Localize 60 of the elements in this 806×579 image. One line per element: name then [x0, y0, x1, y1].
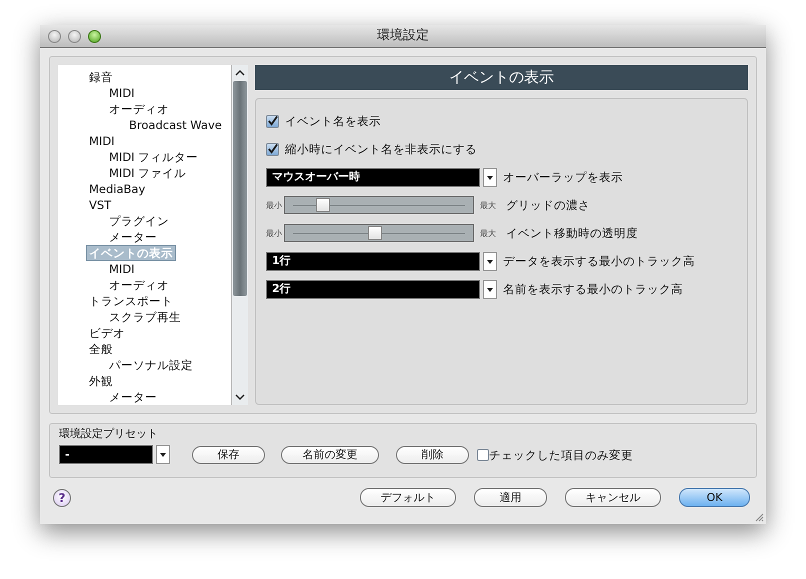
tree-item[interactable]: VST — [86, 197, 114, 213]
preset-dropdown[interactable]: - — [59, 445, 153, 464]
checkbox[interactable] — [266, 114, 279, 128]
tree-item[interactable]: メーター — [106, 389, 160, 405]
setting-label: データを表示する最小のトラック高 — [503, 254, 695, 268]
tree-item[interactable]: MIDI フィルター — [106, 149, 202, 165]
window-title: 環境設定 — [376, 28, 430, 44]
tree-item[interactable]: オーディオ — [106, 101, 172, 117]
checkbox[interactable] — [477, 448, 489, 460]
tree-item[interactable]: 外観 — [86, 373, 116, 389]
tree-item[interactable]: ビデオ — [86, 325, 128, 341]
tree-item[interactable]: オーディオ — [106, 277, 172, 293]
dropdown-field[interactable]: マウスオーバー時 — [266, 168, 480, 186]
checkbox-label: 縮小時にイベント名を非表示にする — [285, 142, 477, 156]
tree-item[interactable]: MIDI — [86, 133, 118, 149]
minimize-button[interactable] — [68, 30, 81, 42]
slider-thumb[interactable] — [316, 198, 330, 212]
setting-label: 名前を表示する最小のトラック高 — [503, 282, 683, 296]
min-label: 最小 — [266, 200, 282, 210]
page-header: イベントの表示 — [255, 65, 748, 90]
zoom-button[interactable] — [88, 30, 101, 42]
min-label: 最小 — [266, 228, 282, 238]
tree-item[interactable]: トランスポート — [86, 293, 176, 309]
tree-item[interactable]: 全般 — [86, 341, 116, 357]
setting-label: オーバーラップを表示 — [503, 170, 623, 184]
checkbox-label: イベント名を表示 — [285, 114, 381, 128]
setting-label: グリッドの濃さ — [506, 198, 590, 212]
preset-button[interactable]: 保存 — [192, 446, 265, 464]
dialog-button[interactable]: OK — [679, 488, 750, 507]
tree-item[interactable]: パーソナル設定 — [106, 357, 196, 373]
dropdown-field[interactable]: 2行 — [266, 280, 480, 298]
scroll-thumb[interactable] — [233, 81, 247, 296]
checkbox[interactable] — [266, 142, 279, 156]
dropdown-field[interactable]: 1行 — [266, 252, 480, 270]
resize-grip-icon[interactable] — [754, 512, 764, 522]
tree-item[interactable]: Broadcast Wave — [126, 117, 225, 133]
max-label: 最大 — [480, 228, 497, 238]
slider-track[interactable] — [284, 224, 474, 242]
scrollbar[interactable] — [231, 65, 248, 405]
tree-item[interactable]: 録音 — [86, 69, 116, 85]
tree-item[interactable]: MIDI — [106, 85, 138, 101]
tree-item[interactable]: プラグイン — [106, 213, 172, 229]
tree-item[interactable]: メーター — [106, 229, 160, 245]
setting-label: イベント移動時の透明度 — [506, 226, 638, 240]
tree-item[interactable]: MediaBay — [86, 181, 148, 197]
slider-thumb[interactable] — [368, 226, 382, 240]
close-button[interactable] — [48, 30, 61, 42]
tree-item[interactable]: MIDI — [106, 261, 138, 277]
dialog-button[interactable]: デフォルト — [360, 488, 456, 507]
help-button[interactable]: ? — [53, 488, 71, 506]
tree-item[interactable]: スクラブ再生 — [106, 309, 184, 325]
preset-button[interactable]: 削除 — [396, 446, 469, 464]
max-label: 最大 — [480, 200, 497, 210]
checkbox-label: チェックした項目のみ変更 — [489, 448, 633, 462]
tree-item[interactable]: MIDI ファイル — [106, 165, 190, 181]
slider-track[interactable] — [284, 196, 474, 214]
dialog-button[interactable]: キャンセル — [565, 488, 661, 507]
dialog-button[interactable]: 適用 — [474, 488, 547, 507]
preset-title: 環境設定プリセット — [59, 426, 159, 441]
preset-button[interactable]: 名前の変更 — [281, 446, 379, 464]
